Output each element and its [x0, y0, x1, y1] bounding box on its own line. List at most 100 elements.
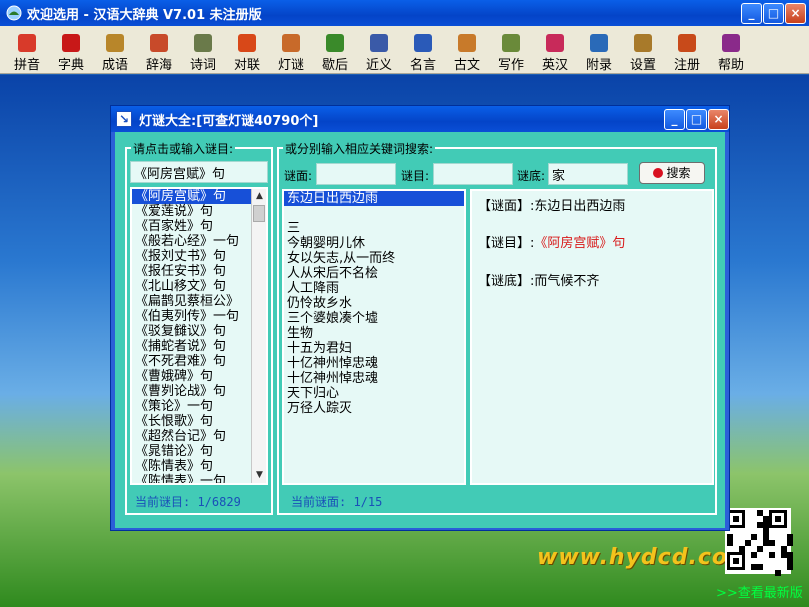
dialog-title: 灯谜大全:[可查灯谜40790个] [139, 114, 319, 129]
category-list-item[interactable]: 《百家姓》句 [132, 219, 266, 234]
toolbar-item-appendix[interactable]: 附录 [579, 29, 619, 73]
detail-answer-label: 【谜底】: [478, 274, 535, 289]
toolbar-item-poetry[interactable]: 诗词 [183, 29, 223, 73]
toolbar-item-english-chinese[interactable]: 英汉 [535, 29, 575, 73]
toolbar-item-label: 成语 [101, 58, 128, 73]
riddle-result-item[interactable]: 十亿神州悼忠魂 [284, 356, 464, 371]
riddle-result-item[interactable]: 万径人踪灭 [284, 401, 464, 416]
category-list-item[interactable]: 《陈情表》句 [132, 459, 266, 474]
minimize-button[interactable]: _ [741, 3, 762, 24]
category-list-item[interactable]: 《晁错论》句 [132, 444, 266, 459]
answer-label: 谜底: [517, 169, 546, 183]
category-scrollbar[interactable]: ▲ ▼ [251, 189, 266, 483]
answer-input[interactable]: 家 [548, 163, 628, 185]
toolbar-item-label: 名言 [409, 58, 436, 73]
category-search-input[interactable] [433, 163, 513, 185]
riddle-result-item[interactable]: 女以矢志,从一而终 [284, 251, 464, 266]
category-group: 请点击或输入谜目: 《阿房宫赋》句 《阿房宫赋》句 《爱莲说》句 《百家姓》句 《般若… [125, 140, 273, 515]
toolbar-item-classical-text[interactable]: 古文 [447, 29, 487, 73]
dialog-body: 请点击或输入谜目: 《阿房宫赋》句 《阿房宫赋》句 《爱莲说》句 《百家姓》句 《般若… [115, 132, 725, 528]
category-group-title: 请点击或输入谜目: [131, 140, 236, 157]
dialog-maximize-button[interactable]: □ [686, 109, 707, 130]
category-input[interactable]: 《阿房宫赋》句 [130, 161, 268, 183]
dialog-close-button[interactable]: × [708, 109, 729, 130]
synonym-icon [370, 34, 388, 52]
scroll-thumb[interactable] [253, 205, 265, 222]
toolbar-item-label: 对联 [233, 58, 260, 73]
toolbar-item-label: 帮助 [717, 58, 744, 73]
category-list-item[interactable]: 《般若心经》一句 [132, 234, 266, 249]
scroll-up-icon[interactable]: ▲ [252, 189, 266, 204]
category-list-item[interactable]: 《爱莲说》句 [132, 204, 266, 219]
toolbar-item-idiom[interactable]: 成语 [95, 29, 135, 73]
category-list-item[interactable]: 《不死君难》句 [132, 354, 266, 369]
toolbar-item-couplet[interactable]: 对联 [227, 29, 267, 73]
toolbar-item-quotes[interactable]: 名言 [403, 29, 443, 73]
qr-code [725, 508, 793, 576]
toolbar-item-writing[interactable]: 写作 [491, 29, 531, 73]
category-list-item[interactable]: 《捕蛇者说》句 [132, 339, 266, 354]
toolbar-item-label: 拼音 [13, 58, 40, 73]
riddle-result-item[interactable]: 仍怜故乡水 [284, 296, 464, 311]
category-list-item[interactable]: 《报任安书》句 [132, 264, 266, 279]
category-list-item[interactable]: 《伯夷列传》一句 [132, 309, 266, 324]
toolbar-item-synonym[interactable]: 近义 [359, 29, 399, 73]
riddle-result-item[interactable]: 人从宋后不名桧 [284, 266, 464, 281]
category-list-item[interactable]: 《北山移文》句 [132, 279, 266, 294]
category-list-item[interactable]: 《扁鹊见蔡桓公》 [132, 294, 266, 309]
category-list-item[interactable]: 《驳复雠议》句 [132, 324, 266, 339]
toolbar-item-label: 辞海 [145, 58, 172, 73]
category-list-item[interactable]: 《超然台记》句 [132, 429, 266, 444]
face-input[interactable] [316, 163, 396, 185]
toolbar-item-register[interactable]: 注册 [667, 29, 707, 73]
riddle-result-item[interactable]: 人工降雨 [284, 281, 464, 296]
category-list-item[interactable]: 《陈情表》一句 [132, 474, 266, 483]
category-list[interactable]: 《阿房宫赋》句 《爱莲说》句 《百家姓》句 《般若心经》一句 《报刘丈书》句 《报任安书》… [130, 187, 268, 485]
riddle-result-item[interactable]: 生物 [284, 326, 464, 341]
category-list-item[interactable]: 《报刘丈书》句 [132, 249, 266, 264]
toolbar-item-help[interactable]: 帮助 [711, 29, 751, 73]
newest-version-link[interactable]: >>查看最新版 [716, 582, 803, 601]
riddle-result-item[interactable]: 今朝婴明儿休 [284, 236, 464, 251]
toolbar-item-lantern-riddle[interactable]: 灯谜 [271, 29, 311, 73]
riddle-result-item[interactable]: 三个婆娘凑个墟 [284, 311, 464, 326]
couplet-icon [238, 34, 256, 52]
toolbar-item-pinyin[interactable]: 拼音 [7, 29, 47, 73]
category-list-item[interactable]: 《策论》一句 [132, 399, 266, 414]
toolbar-item-settings[interactable]: 设置 [623, 29, 663, 73]
category-list-item[interactable]: 《长恨歌》句 [132, 414, 266, 429]
dialog-arrow-icon: ↘ [116, 111, 132, 127]
detail-category-label: 【谜目】: [478, 236, 535, 251]
cihai-icon [150, 34, 168, 52]
search-icon [653, 168, 664, 178]
classical-text-icon [458, 34, 476, 52]
riddle-result-item[interactable]: 东边日出西边雨 [284, 191, 464, 206]
lantern-riddle-dialog: ↘ 灯谜大全:[可查灯谜40790个] _ □ × 请点击或输入谜目: 《阿房宫… [110, 105, 730, 531]
help-icon [722, 34, 740, 52]
riddle-result-item[interactable]: 三 [284, 221, 464, 236]
search-button[interactable]: 搜索 [639, 162, 705, 184]
riddle-results-list[interactable]: 东边日出西边雨三今朝婴明儿休 女以矢志,从一而终 人从宋后不名桧 人工降雨 仍怜故乡水三… [282, 189, 466, 485]
main-title-bar: 欢迎选用 - 汉语大辞典 V7.01 未注册版 _ □ × [0, 0, 809, 26]
maximize-button[interactable]: □ [763, 3, 784, 24]
detail-face-label: 【谜面】: [478, 199, 535, 214]
toolbar-item-label: 设置 [629, 58, 656, 73]
scroll-down-icon[interactable]: ▼ [252, 468, 266, 483]
riddle-detail-panel: 【谜面】:东边日出西边雨 【谜目】:《阿房宫赋》句 【谜底】:而气候不齐 [470, 189, 714, 485]
riddle-result-item[interactable]: 十五为君妇 [284, 341, 464, 356]
toolbar-item-xiehou[interactable]: 歇后 [315, 29, 355, 73]
toolbar-item-dictionary[interactable]: 字典 [51, 29, 91, 73]
category-list-item[interactable]: 《曹娥碑》句 [132, 369, 266, 384]
close-button[interactable]: × [785, 3, 806, 24]
detail-category-row: 【谜目】:《阿房宫赋》句 [478, 232, 625, 251]
riddle-result-item[interactable]: 十亿神州悼忠魂 [284, 371, 464, 386]
dialog-minimize-button[interactable]: _ [664, 109, 685, 130]
toolbar-item-label: 诗词 [189, 58, 216, 73]
toolbar-item-label: 灯谜 [277, 58, 304, 73]
toolbar-item-label: 写作 [497, 58, 524, 73]
category-list-item[interactable]: 《阿房宫赋》句 [132, 189, 266, 204]
riddle-result-item[interactable]: 天下归心 [284, 386, 464, 401]
riddle-result-item[interactable] [284, 206, 464, 221]
category-list-item[interactable]: 《曹刿论战》句 [132, 384, 266, 399]
toolbar-item-cihai[interactable]: 辞海 [139, 29, 179, 73]
